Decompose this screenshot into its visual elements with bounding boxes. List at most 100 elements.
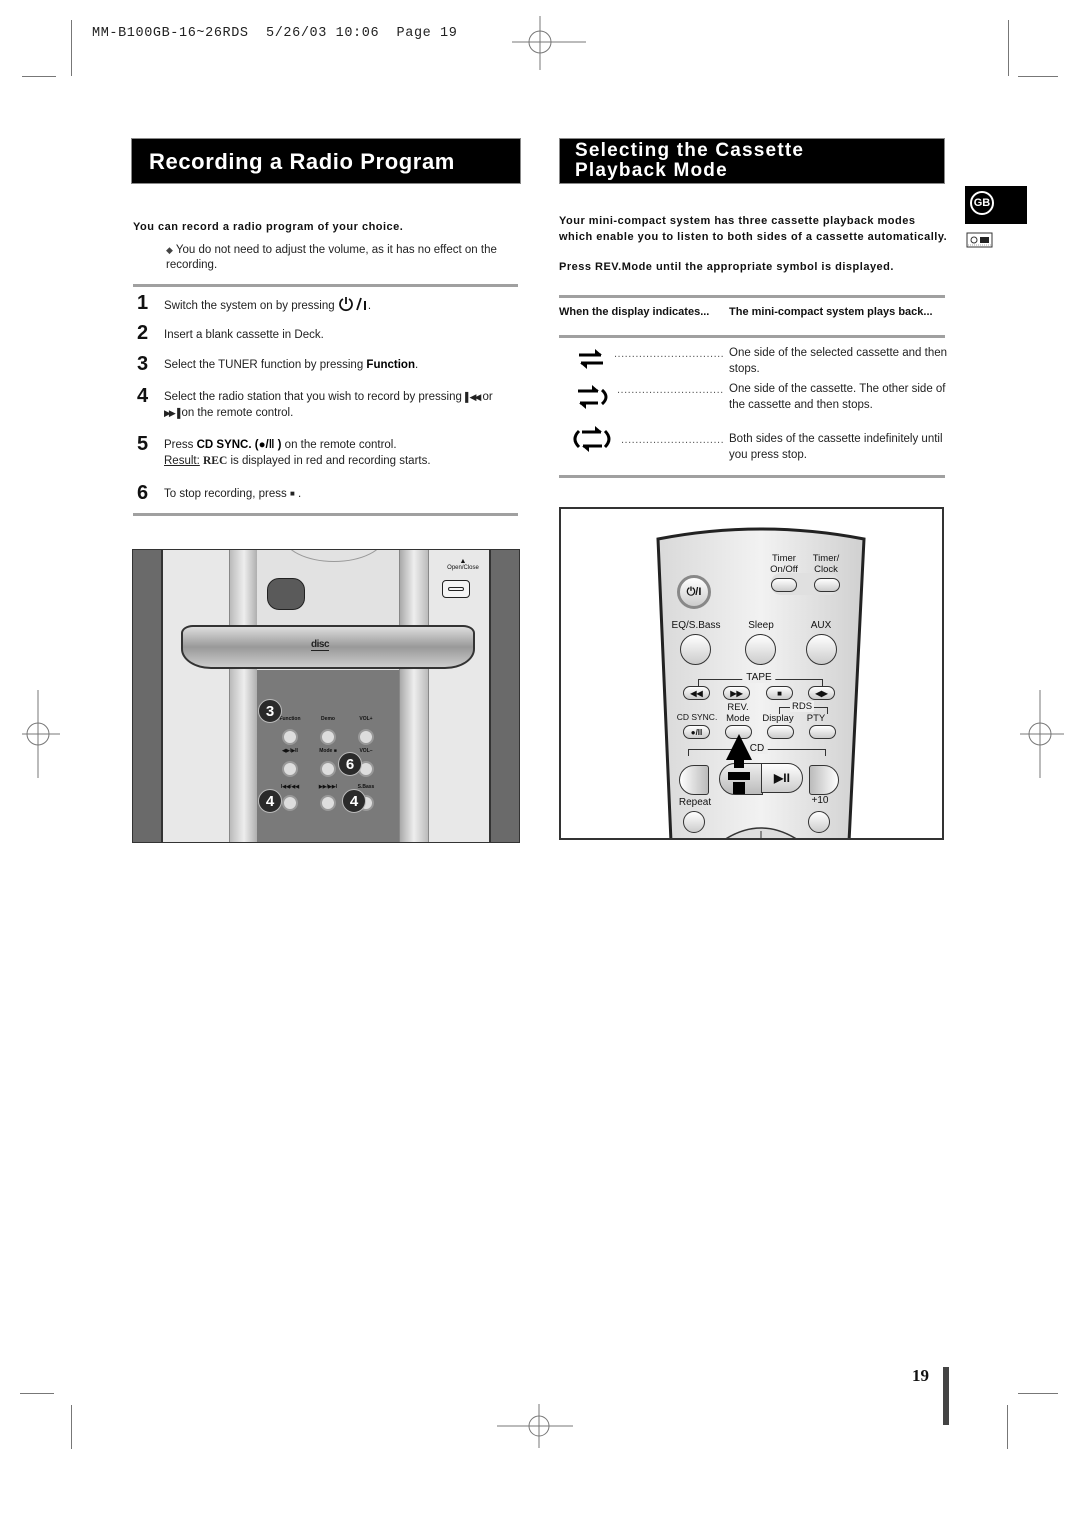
cd-play-pause-button[interactable]: ▶II bbox=[761, 763, 803, 793]
leader-dots: ........................................… bbox=[617, 384, 724, 396]
timer-onoff-button[interactable] bbox=[771, 578, 797, 592]
step-number: 1 bbox=[137, 292, 148, 315]
step-callout-badge: 3 bbox=[258, 699, 282, 723]
cd-sync-label: CD SYNC. bbox=[677, 712, 718, 723]
sleep-label: Sleep bbox=[748, 620, 774, 631]
eq-sbass-label: EQ/S.Bass bbox=[672, 620, 721, 631]
panel-button[interactable] bbox=[320, 729, 336, 745]
mode-description: One side of the cassette. The other side… bbox=[729, 382, 949, 413]
power-button[interactable]: ⏻/I bbox=[677, 575, 711, 609]
panel-button[interactable] bbox=[282, 761, 298, 777]
one-way-arrows-icon bbox=[578, 348, 604, 370]
lead-text: You can record a radio program of your c… bbox=[133, 221, 403, 233]
compact-disc-logo: disc bbox=[311, 639, 329, 651]
aux-button[interactable] bbox=[806, 634, 837, 665]
front-panel-illustration: ▲ Open/Close disc FunctionDemoVOL+◀▶/▶II… bbox=[132, 549, 520, 843]
registration-mark-left bbox=[20, 688, 60, 780]
panel-button-label: ▶▶/▶▶I bbox=[313, 784, 343, 790]
open-close-button[interactable] bbox=[442, 580, 470, 598]
gb-badge: GB bbox=[970, 191, 994, 215]
crop-mark bbox=[1007, 1405, 1008, 1449]
crop-mark bbox=[71, 20, 72, 76]
pty-button[interactable] bbox=[809, 725, 836, 739]
diamond-bullet-icon: ◆ bbox=[166, 245, 173, 255]
step-number: 4 bbox=[137, 385, 148, 408]
step-1: Switch the system on by pressing . bbox=[164, 296, 524, 314]
cd-skip-forward-button[interactable] bbox=[809, 765, 839, 795]
display-label: Display bbox=[762, 713, 793, 724]
tape-group-label: TAPE bbox=[742, 672, 775, 683]
sleep-button[interactable] bbox=[745, 634, 776, 665]
cd-skip-back-button[interactable] bbox=[679, 765, 709, 795]
print-slug: MM-B100GB-16~26RDS 5/26/03 10:06 Page 19 bbox=[92, 26, 457, 41]
note-text: You do not need to adjust the volume, as… bbox=[166, 244, 497, 271]
intro-text: Your mini-compact system has three casse… bbox=[559, 214, 949, 245]
crop-mark bbox=[22, 76, 56, 77]
section-title-cassette-mode: Selecting the Cassette Playback Mode bbox=[559, 138, 945, 184]
mode-description: One side of the selected cassette and th… bbox=[729, 346, 949, 377]
instruction-text: Press REV.Mode until the appropriate sym… bbox=[559, 261, 949, 273]
leader-dots: ........................................… bbox=[621, 434, 724, 446]
skip-back-icon: ▌◀◀ bbox=[465, 392, 479, 402]
crop-mark bbox=[71, 1405, 72, 1449]
repeat-label: Repeat bbox=[679, 797, 711, 808]
continuous-loop-icon bbox=[569, 425, 615, 453]
cd-sync-button[interactable]: ●/II bbox=[683, 725, 710, 739]
leader-dots: ........................................… bbox=[614, 348, 724, 360]
fast-forward-button[interactable]: ▶▶ bbox=[723, 686, 750, 700]
mode-description: Both sides of the cassette indefinitely … bbox=[729, 432, 949, 463]
step-number: 3 bbox=[137, 353, 148, 376]
rds-group-label: RDS bbox=[790, 701, 814, 712]
crop-mark bbox=[1018, 76, 1058, 77]
rewind-button[interactable]: ◀◀ bbox=[683, 686, 710, 700]
function-keyword: Function bbox=[366, 359, 415, 371]
repeat-button[interactable] bbox=[683, 811, 705, 833]
divider bbox=[133, 513, 518, 516]
plus10-button[interactable] bbox=[808, 811, 830, 833]
crop-mark bbox=[1008, 20, 1009, 76]
panel-button-label: Mode ■ bbox=[313, 748, 343, 754]
eq-sbass-button[interactable] bbox=[680, 634, 711, 665]
rev-mode-label: REV. bbox=[727, 702, 748, 713]
rev-mode-label: Mode bbox=[726, 713, 750, 724]
registration-mark-right bbox=[1020, 688, 1070, 780]
panel-button-label: I◀◀/◀◀ bbox=[275, 784, 305, 790]
crop-mark bbox=[20, 1393, 54, 1394]
panel-button[interactable] bbox=[320, 761, 336, 777]
panel-button[interactable] bbox=[282, 729, 298, 745]
display-button[interactable] bbox=[767, 725, 794, 739]
divider bbox=[559, 475, 945, 478]
registration-mark-bottom bbox=[495, 1400, 575, 1450]
step-3: Select the TUNER function by pressing Fu… bbox=[164, 357, 524, 373]
language-tab: GB bbox=[965, 186, 1027, 224]
stop-button[interactable]: ■ bbox=[766, 686, 793, 700]
aux-label: AUX bbox=[811, 620, 832, 631]
note: ◆ You do not need to adjust the volume, … bbox=[166, 243, 511, 273]
speaker-right bbox=[489, 550, 519, 842]
panel-button[interactable] bbox=[358, 729, 374, 745]
timer-clock-label: Timer/ bbox=[813, 553, 840, 564]
panel-button-label: Demo bbox=[313, 716, 343, 722]
remote-illustration: ⏻/ITimerOn/OffTimer/ClockEQ/S.BassSleepA… bbox=[559, 507, 944, 840]
result-label: Result: bbox=[164, 455, 200, 467]
crop-mark bbox=[1018, 1393, 1058, 1394]
registration-mark-top bbox=[510, 14, 590, 74]
pointer-arrow-icon bbox=[724, 734, 754, 798]
panel-button-label: VOL+ bbox=[351, 716, 381, 722]
power-icon bbox=[338, 296, 368, 312]
sensor-window bbox=[267, 578, 305, 610]
play-direction-button[interactable]: ◀▶ bbox=[808, 686, 835, 700]
cd-tray-handle[interactable]: disc bbox=[181, 625, 475, 669]
timer-clock-button[interactable] bbox=[814, 578, 840, 592]
panel-button[interactable] bbox=[282, 795, 298, 811]
plus10-label: +10 bbox=[812, 795, 829, 806]
step-number: 5 bbox=[137, 433, 148, 456]
page-number: 19 bbox=[912, 1366, 929, 1386]
open-close-label: Open/Close bbox=[433, 565, 493, 571]
panel-button[interactable] bbox=[320, 795, 336, 811]
divider bbox=[559, 335, 945, 338]
page-marker-bar bbox=[943, 1367, 949, 1425]
table-header-display: When the display indicates... bbox=[559, 306, 709, 318]
panel-button-label: ◀▶/▶II bbox=[275, 748, 305, 754]
eject-icon: ▲ bbox=[433, 558, 493, 565]
